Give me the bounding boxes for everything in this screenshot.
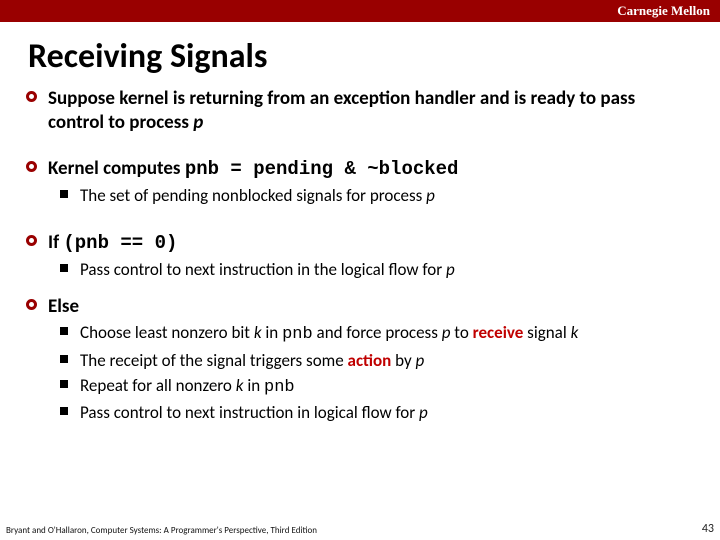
code: pnb [282,325,313,344]
square-icon [60,327,68,335]
code: pnb = pending & ~blocked [185,158,459,180]
text: The receipt of the signal triggers some [80,350,348,371]
text: Choose least nonzero bit [80,322,254,343]
text: Pass control to next instruction in the … [80,259,446,280]
ring-icon [26,235,37,246]
text: Suppose kernel is returning from an exce… [48,87,635,134]
bullet-3-sub-1: Pass control to next instruction in the … [48,259,690,280]
bullet-4-sub-2: The receipt of the signal triggers some … [48,350,690,371]
slide-content: Suppose kernel is returning from an exce… [0,87,720,423]
page-number: 43 [702,522,714,536]
var-p: p [426,185,435,206]
bullet-1: Suppose kernel is returning from an exce… [48,87,690,135]
keyword-receive: receive [473,322,524,343]
institution-label: Carnegie Mellon [617,3,710,19]
var-k: k [254,322,262,343]
bullet-4-sub-4: Pass control to next instruction in logi… [48,402,690,423]
code: (pnb == 0) [63,232,177,254]
attribution: Bryant and O'Hallaron, Computer Systems:… [6,525,317,536]
square-icon [60,264,68,272]
top-bar: Carnegie Mellon [0,0,720,22]
square-icon [60,380,68,388]
ring-icon [26,91,37,102]
text: The set of pending nonblocked signals fo… [80,185,426,206]
var-p: p [446,259,455,280]
keyword-action: action [348,350,392,371]
ring-icon [26,161,37,172]
bullet-3: If (pnb == 0) Pass control to next instr… [48,231,690,281]
text: Pass control to next instruction in logi… [80,402,419,423]
text: Repeat for all nonzero [80,375,236,396]
var-p: p [416,350,425,371]
bullet-2-sub-1: The set of pending nonblocked signals fo… [48,185,690,206]
square-icon [60,407,68,415]
text: Kernel computes [48,157,185,180]
text: in [243,375,264,396]
ring-icon [26,299,37,310]
var-p: p [419,402,428,423]
bullet-4-sub-3: Repeat for all nonzero k in pnb [48,375,690,398]
slide-title: Receiving Signals [0,22,720,87]
bullet-4-sub-1: Choose least nonzero bit k in pnb and fo… [48,322,690,345]
text: and force process [313,322,442,343]
bullet-2: Kernel computes pnb = pending & ~blocked… [48,157,690,207]
text: to [450,322,472,343]
square-icon [60,355,68,363]
code: pnb [264,378,295,397]
var-p: p [193,111,203,134]
text: in [262,322,283,343]
text: signal [523,322,570,343]
bullet-4: Else Choose least nonzero bit k in pnb a… [48,295,690,424]
text: by [391,350,415,371]
text: If [48,231,63,254]
square-icon [60,190,68,198]
text: Else [48,295,79,318]
footer: Bryant and O'Hallaron, Computer Systems:… [6,522,714,536]
var-k: k [571,322,579,343]
